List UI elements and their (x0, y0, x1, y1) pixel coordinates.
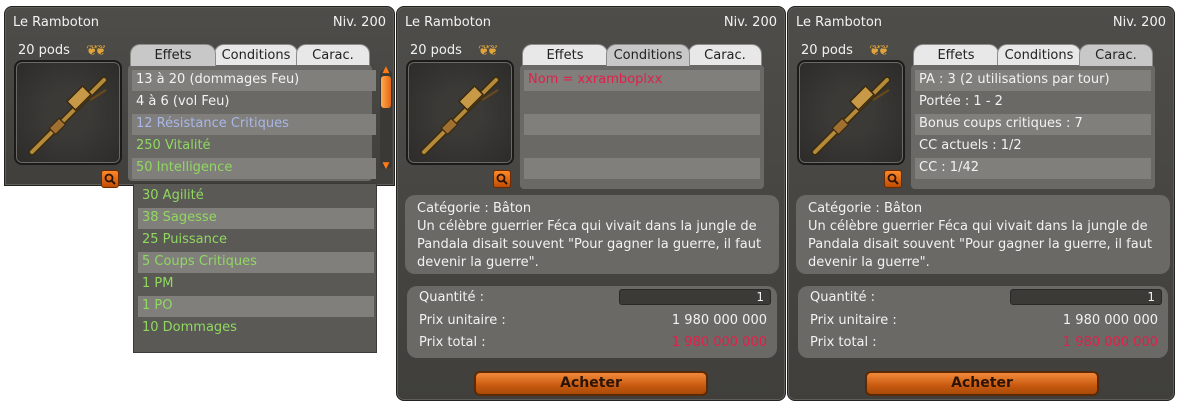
pods-icon: ❦❦ (869, 43, 890, 59)
panel-header: Le Ramboton Niv. 200 (13, 13, 386, 33)
item-pods: 20 pods (18, 43, 70, 58)
characteristic-row: CC : 1/42 (915, 158, 1151, 179)
rifle-staff-icon (28, 76, 108, 156)
tab-conditions[interactable]: Conditions (997, 44, 1081, 66)
characteristic-row: PA : 3 (2 utilisations par tour) (915, 70, 1151, 91)
item-image-frame (406, 60, 514, 165)
quantity-label: Quantité : (419, 290, 484, 305)
item-panel-effects: Le Ramboton Niv. 200 20 pods ❦❦ Effets C… (4, 6, 395, 188)
effect-row: 10 Dommages (142, 320, 237, 335)
item-description: Catégorie : Bâton Un célèbre guerrier Fé… (796, 195, 1170, 274)
condition-row (524, 136, 760, 157)
magnifier-icon (887, 173, 899, 185)
tab-conditions[interactable]: Conditions (214, 44, 298, 66)
effect-row: 5 Coups Critiques (138, 252, 374, 273)
quantity-input[interactable]: 1 (619, 289, 771, 305)
conditions-list: Nom = xxramboplxx (520, 65, 764, 189)
effect-row: 250 Vitalité (136, 138, 211, 153)
rifle-staff-icon (420, 76, 500, 156)
item-title: Le Ramboton (13, 15, 100, 30)
tab-effets[interactable]: Effets (913, 44, 999, 66)
item-image-frame (14, 60, 122, 165)
effect-row: 1 PO (138, 296, 374, 317)
rifle-staff-icon (811, 76, 891, 156)
effects-scrollbar[interactable]: ▲ ▼ (380, 66, 392, 171)
unit-price-value: 1 980 000 000 (1062, 313, 1158, 328)
description-line: devenir la guerre". (417, 255, 539, 270)
item-pods: 20 pods (410, 43, 462, 58)
characteristic-row: Bonus coups critiques : 7 (915, 114, 1151, 135)
zoom-button[interactable] (101, 170, 119, 188)
quantity-input[interactable]: 1 (1010, 289, 1162, 305)
tab-effets[interactable]: Effets (522, 44, 608, 66)
tab-bar: Effets Conditions Carac. (522, 44, 762, 66)
characteristic-row: CC actuels : 1/2 (919, 138, 1022, 153)
item-title: Le Ramboton (796, 15, 883, 30)
pods-icon: ❦❦ (478, 43, 499, 59)
characteristic-row: Portée : 1 - 2 (919, 94, 1003, 109)
tab-conditions[interactable]: Conditions (606, 44, 690, 66)
magnifier-icon (496, 173, 508, 185)
item-level: Niv. 200 (1112, 15, 1166, 30)
effect-row: 12 Résistance Critiques (132, 114, 376, 135)
pods-icon: ❦❦ (86, 43, 107, 59)
condition-row (524, 114, 760, 135)
characteristics-list: PA : 3 (2 utilisations par tour) Portée … (911, 65, 1155, 189)
effect-row: 4 à 6 (vol Feu) (136, 94, 230, 109)
effect-row: 1 PM (142, 276, 174, 291)
zoom-button[interactable] (493, 170, 511, 188)
item-pods: 20 pods (801, 43, 853, 58)
purchase-box: Quantité : 1 Prix unitaire : 1 980 000 0… (407, 286, 777, 358)
tab-carac[interactable]: Carac. (1079, 44, 1153, 66)
description-line: Un célèbre guerrier Féca qui vivait dans… (417, 219, 757, 234)
unit-price-label: Prix unitaire : (419, 313, 506, 328)
item-level: Niv. 200 (723, 15, 777, 30)
zoom-button[interactable] (884, 170, 902, 188)
effects-overflow-list: 30 Agilité 38 Sagesse 25 Puissance 5 Cou… (133, 183, 377, 353)
item-panel-conditions: Le Ramboton Niv. 200 20 pods ❦❦ Effets C… (396, 6, 786, 401)
effects-list: 13 à 20 (dommages Feu) 4 à 6 (vol Feu) 1… (128, 65, 392, 181)
total-price-value: 1 980 000 000 (1062, 335, 1158, 350)
unit-price-value: 1 980 000 000 (671, 313, 767, 328)
condition-row (524, 158, 760, 179)
tab-bar: Effets Conditions Carac. (130, 44, 370, 66)
item-category: Catégorie : Bâton (808, 201, 923, 216)
purchase-box: Quantité : 1 Prix unitaire : 1 980 000 0… (798, 286, 1168, 358)
effect-row: 13 à 20 (dommages Feu) (132, 70, 376, 91)
total-price-label: Prix total : (419, 335, 486, 350)
buy-button[interactable]: Acheter (865, 371, 1099, 396)
tab-bar: Effets Conditions Carac. (913, 44, 1153, 66)
scrollbar-thumb[interactable] (381, 76, 391, 108)
total-price-value: 1 980 000 000 (671, 335, 767, 350)
description-line: devenir la guerre". (808, 255, 930, 270)
condition-row (524, 92, 760, 113)
condition-row: Nom = xxramboplxx (524, 70, 760, 91)
tab-carac[interactable]: Carac. (296, 44, 370, 66)
tab-effets[interactable]: Effets (130, 44, 216, 66)
effect-row: 30 Agilité (142, 188, 204, 203)
arrow-up-icon[interactable]: ▲ (380, 66, 392, 75)
item-description: Catégorie : Bâton Un célèbre guerrier Fé… (405, 195, 779, 274)
unit-price-label: Prix unitaire : (810, 313, 897, 328)
item-panel-characteristics: Le Ramboton Niv. 200 20 pods ❦❦ Effets C… (787, 6, 1175, 401)
buy-button[interactable]: Acheter (474, 371, 708, 396)
effect-row: 50 Intelligence (132, 158, 376, 179)
arrow-down-icon[interactable]: ▼ (380, 162, 392, 171)
effect-row: 25 Puissance (142, 232, 228, 247)
description-line: Pandala disait souvent "Pour gagner la g… (417, 237, 762, 252)
description-line: Pandala disait souvent "Pour gagner la g… (808, 237, 1153, 252)
magnifier-icon (104, 173, 116, 185)
item-category: Catégorie : Bâton (417, 201, 532, 216)
description-line: Un célèbre guerrier Féca qui vivait dans… (808, 219, 1148, 234)
total-price-label: Prix total : (810, 335, 877, 350)
panel-header: Le Ramboton Niv. 200 (405, 13, 777, 33)
tab-carac[interactable]: Carac. (688, 44, 762, 66)
quantity-label: Quantité : (810, 290, 875, 305)
item-title: Le Ramboton (405, 15, 492, 30)
panel-header: Le Ramboton Niv. 200 (796, 13, 1166, 33)
item-image-frame (797, 60, 905, 165)
effect-row: 38 Sagesse (138, 208, 374, 229)
item-level: Niv. 200 (332, 15, 386, 30)
